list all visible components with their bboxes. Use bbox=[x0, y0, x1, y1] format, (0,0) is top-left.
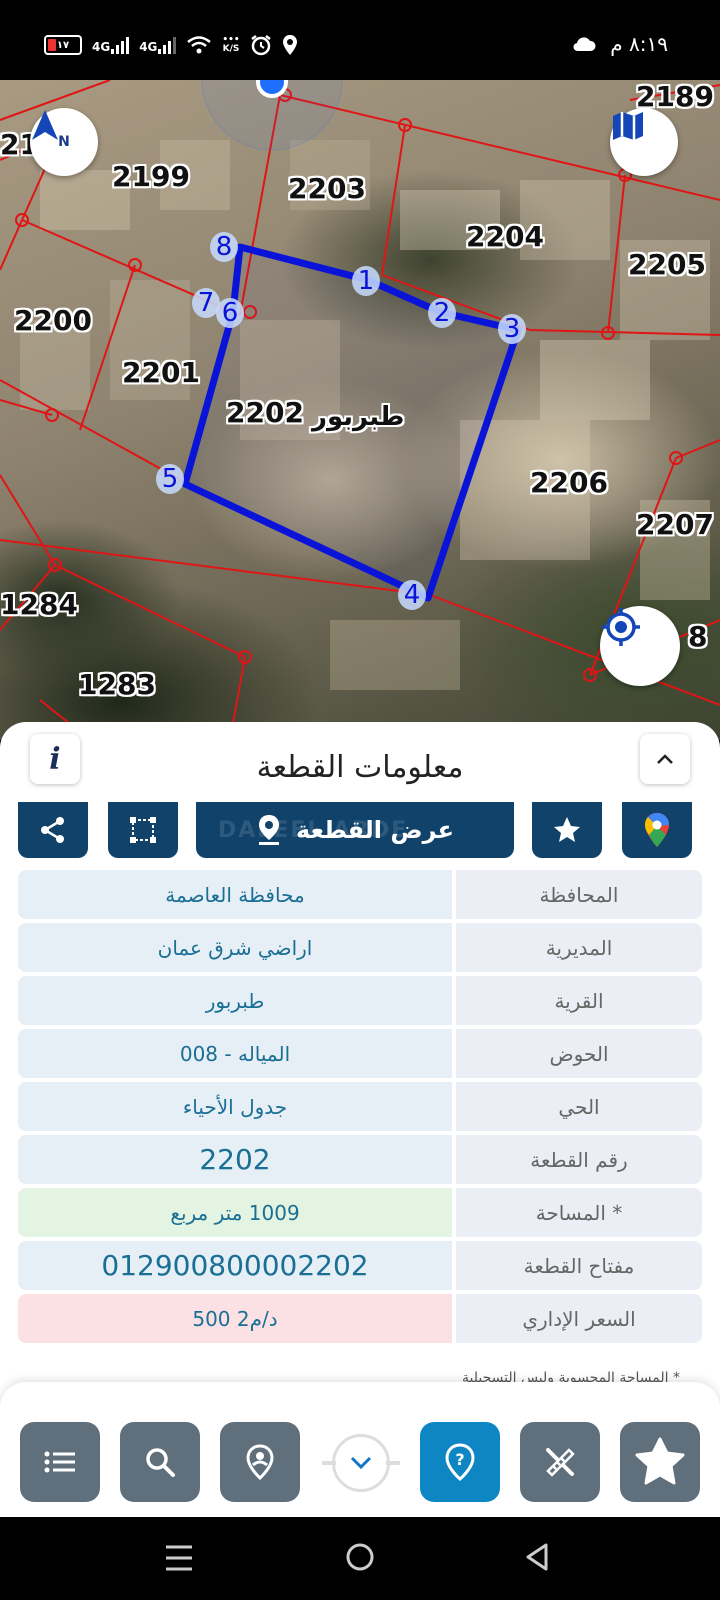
show-parcel-button[interactable]: عرض القطعة bbox=[196, 802, 514, 858]
network-type: 4G bbox=[139, 40, 158, 54]
show-parcel-label: عرض القطعة bbox=[296, 816, 454, 844]
detail-value: المياله - 008 bbox=[18, 1029, 452, 1078]
clock: ٨:١٩ م bbox=[610, 32, 668, 56]
back-icon bbox=[526, 1543, 548, 1571]
detail-label: المديرية bbox=[456, 923, 702, 972]
detail-value: اراضي شرق عمان bbox=[18, 923, 452, 972]
action-bar: عرض القطعة DALEEL ARDE bbox=[18, 802, 702, 860]
chevron-up-icon bbox=[657, 754, 673, 764]
speed-indicator: ••• K/S bbox=[222, 35, 240, 54]
help-icon: ? bbox=[445, 1443, 475, 1481]
vertex-marker: 3 bbox=[498, 314, 526, 344]
tools-icon bbox=[546, 1448, 575, 1477]
google-maps-button[interactable] bbox=[622, 802, 692, 858]
system-navigation-bar bbox=[0, 1517, 720, 1600]
star-icon bbox=[554, 817, 580, 842]
back-button[interactable] bbox=[522, 1541, 554, 1573]
detail-value: 1009 متر مربع bbox=[18, 1188, 452, 1237]
vertex-marker: 4 bbox=[398, 580, 426, 610]
favorites-button[interactable] bbox=[620, 1422, 700, 1502]
satellite-map[interactable]: 2189 2199 2203 2204 2205 2200 2201 2202 … bbox=[0, 80, 720, 740]
detail-value: طبربور bbox=[18, 976, 452, 1025]
signal-1: 4G bbox=[92, 36, 130, 54]
detail-row-parcel-number: 2202 رقم القطعة bbox=[18, 1135, 702, 1184]
detail-value: جدول الأحياء bbox=[18, 1082, 452, 1131]
detail-row-neighborhood: جدول الأحياء الحي bbox=[18, 1082, 702, 1131]
vertex-marker: 2 bbox=[428, 298, 456, 328]
share-icon bbox=[41, 817, 64, 843]
detail-row-area: 1009 متر مربع المساحة * bbox=[18, 1188, 702, 1237]
detail-label: رقم القطعة bbox=[456, 1135, 702, 1184]
recents-button[interactable] bbox=[164, 1543, 194, 1573]
wifi-icon bbox=[187, 36, 212, 54]
help-button[interactable]: ? bbox=[420, 1422, 500, 1502]
location-person-icon bbox=[246, 1444, 274, 1480]
detail-label: مفتاح القطعة bbox=[456, 1241, 702, 1290]
vertex-marker: 7 bbox=[192, 288, 220, 318]
signal-bars-icon bbox=[158, 36, 177, 54]
polygon-icon bbox=[130, 817, 156, 843]
detail-label: المساحة * bbox=[456, 1188, 702, 1237]
map-layers-button[interactable] bbox=[610, 108, 678, 176]
detail-value: محافظة العاصمة bbox=[18, 870, 452, 919]
detail-value[interactable]: 012900800002202 bbox=[18, 1241, 452, 1290]
battery-icon: ١٧ bbox=[44, 35, 82, 55]
parcel-details-table: محافظة العاصمة المحافظة اراضي شرق عمان ا… bbox=[18, 870, 702, 1347]
alarm-icon bbox=[250, 35, 271, 56]
detail-label: الحي bbox=[456, 1082, 702, 1131]
detail-label: المحافظة bbox=[456, 870, 702, 919]
share-button[interactable] bbox=[18, 802, 88, 858]
favorite-button[interactable] bbox=[532, 802, 602, 858]
detail-row-basin: المياله - 008 الحوض bbox=[18, 1029, 702, 1078]
detail-label: السعر الإداري bbox=[456, 1294, 702, 1343]
detail-row-parcel-key: 012900800002202 مفتاح القطعة bbox=[18, 1241, 702, 1290]
crosshair-icon bbox=[602, 608, 640, 646]
list-button[interactable] bbox=[20, 1422, 100, 1502]
vertex-marker: 1 bbox=[352, 266, 380, 296]
recents-icon bbox=[166, 1545, 192, 1571]
list-icon bbox=[44, 1451, 75, 1473]
chevron-down-icon bbox=[350, 1456, 372, 1470]
svg-text:?: ? bbox=[455, 1450, 464, 1469]
search-icon bbox=[146, 1448, 175, 1477]
status-right: ٨:١٩ م bbox=[572, 32, 668, 56]
bottom-toolbar: ? bbox=[0, 1382, 720, 1517]
my-location-button[interactable] bbox=[600, 606, 680, 686]
compass-button[interactable]: N bbox=[30, 108, 98, 176]
location-search-button[interactable] bbox=[220, 1422, 300, 1502]
compass-arrow-icon bbox=[32, 110, 58, 140]
expand-dropdown[interactable] bbox=[322, 1432, 400, 1494]
vertex-marker: 8 bbox=[210, 232, 238, 262]
detail-row-governorate: محافظة العاصمة المحافظة bbox=[18, 870, 702, 919]
cloud-icon bbox=[573, 37, 596, 52]
home-icon bbox=[346, 1543, 374, 1571]
polygon-button[interactable] bbox=[108, 802, 178, 858]
map-icon bbox=[613, 112, 643, 140]
detail-label: القرية bbox=[456, 976, 702, 1025]
signal-bars-icon bbox=[111, 36, 130, 54]
sheet-title: معلومات القطعة bbox=[256, 750, 464, 785]
star-badge-icon bbox=[635, 1437, 685, 1485]
collapse-button[interactable] bbox=[640, 734, 690, 784]
tools-button[interactable] bbox=[520, 1422, 600, 1502]
detail-label: الحوض bbox=[456, 1029, 702, 1078]
search-button[interactable] bbox=[120, 1422, 200, 1502]
network-type: 4G bbox=[92, 40, 111, 54]
map-pin-icon bbox=[259, 815, 280, 845]
detail-row-village: طبربور القرية bbox=[18, 976, 702, 1025]
detail-value: 2202 bbox=[18, 1135, 452, 1184]
dropdown-ring bbox=[332, 1434, 390, 1492]
location-icon bbox=[282, 35, 297, 55]
detail-row-price: 500 د/م2 السعر الإداري bbox=[18, 1294, 702, 1343]
home-button[interactable] bbox=[344, 1541, 376, 1573]
detail-row-directorate: اراضي شرق عمان المديرية bbox=[18, 923, 702, 972]
status-left: ١٧ 4G 4G ••• K/S bbox=[44, 34, 298, 56]
detail-value: 500 د/م2 bbox=[18, 1294, 452, 1343]
status-bar: ١٧ 4G 4G ••• K/S ٨:١٩ م bbox=[0, 0, 720, 80]
google-maps-icon bbox=[645, 813, 669, 847]
vertex-marker: 6 bbox=[216, 298, 244, 328]
signal-2: 4G bbox=[139, 36, 177, 54]
vertex-marker: 5 bbox=[156, 464, 184, 494]
